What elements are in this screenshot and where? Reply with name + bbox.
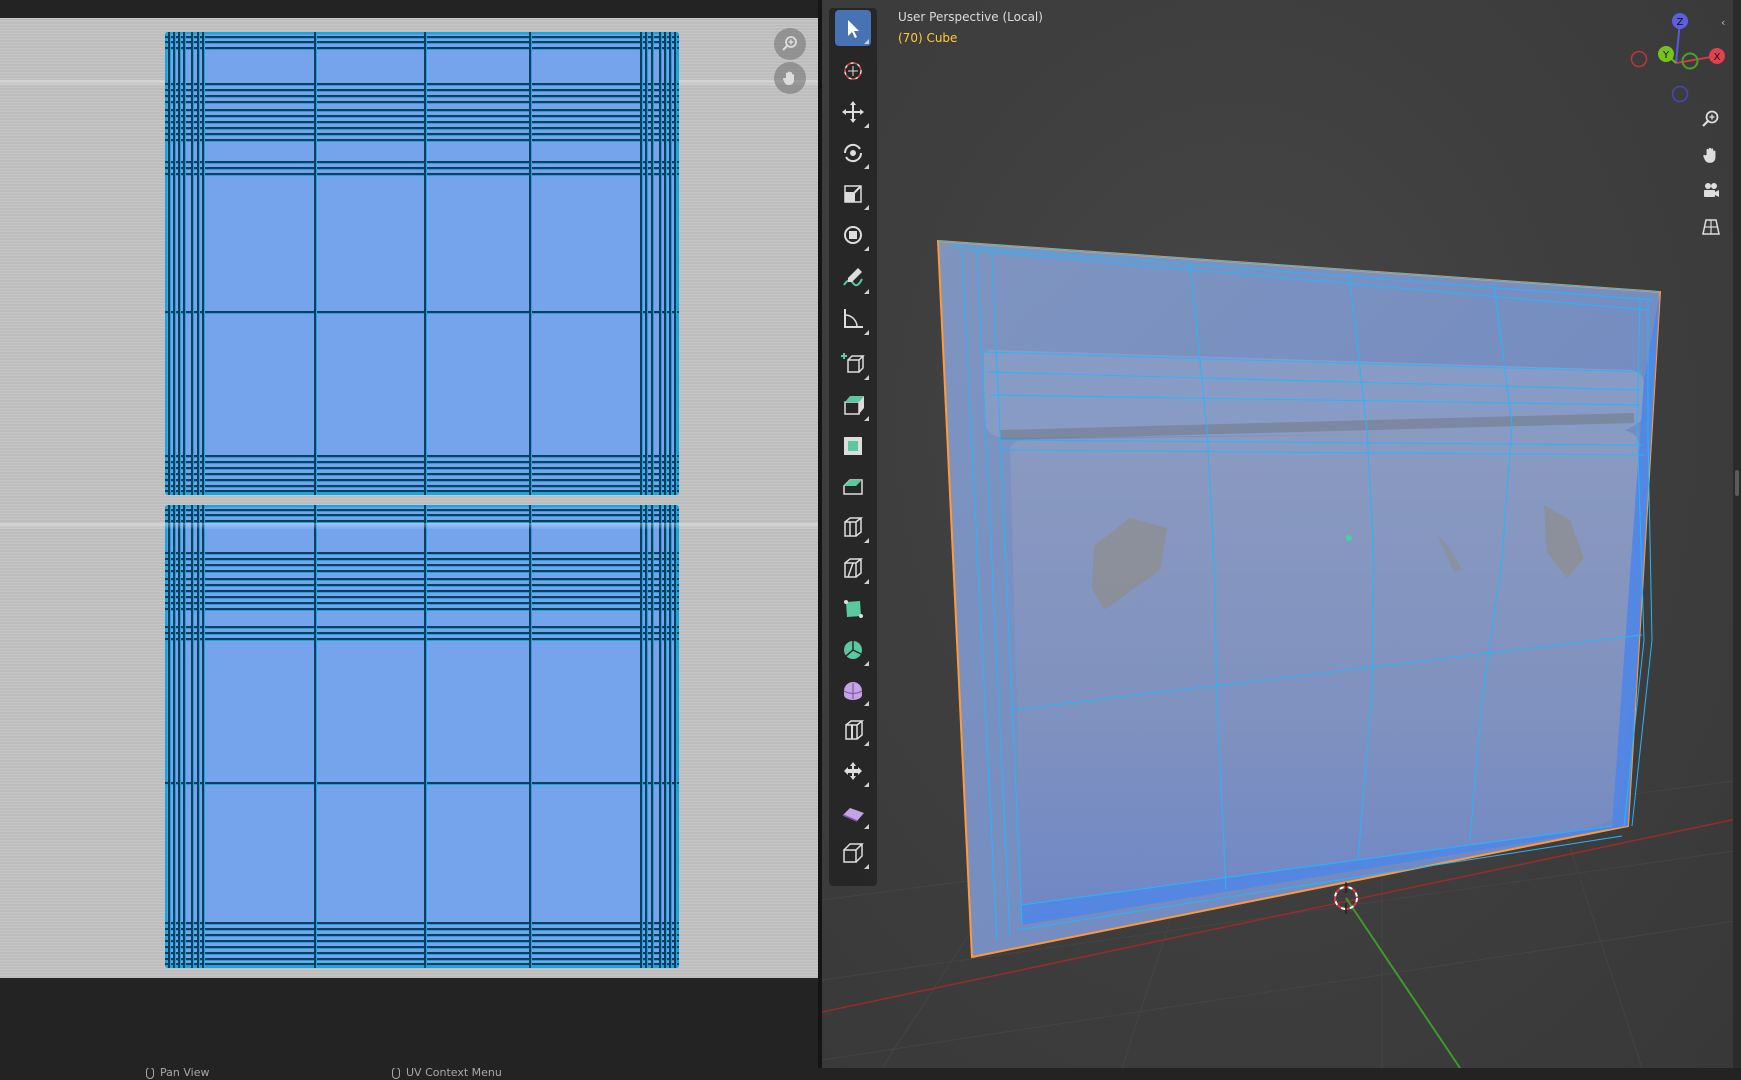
gizmo-x-label: X (1714, 52, 1721, 63)
tool-knife-icon[interactable] (835, 550, 871, 586)
mouse-middle-icon (146, 1068, 154, 1079)
uv-canvas[interactable] (0, 18, 818, 978)
status-uv-context-menu: UV Context Menu (392, 1068, 502, 1079)
zoom-magnifier-icon[interactable] (774, 28, 806, 60)
tool-extrude-region-icon[interactable] (835, 387, 871, 423)
tool-edge-slide-icon[interactable] (835, 712, 871, 748)
viewport-perspective-label: User Perspective (Local) (898, 10, 1043, 24)
tool-smooth-icon[interactable] (835, 672, 871, 708)
status-pan-view: Pan View (146, 1068, 209, 1079)
status-uv-context-menu-label: UV Context Menu (406, 1068, 502, 1079)
uv-island-bottom[interactable] (165, 505, 679, 968)
uv-editor-footer-panel (0, 978, 818, 1068)
3d-viewport[interactable]: User Perspective (Local) (70) Cube Z X Y… (822, 0, 1741, 1068)
tool-transform-icon[interactable] (835, 217, 871, 253)
navigation-gizmo[interactable]: Z X Y (1617, 8, 1727, 108)
hand-pan-icon[interactable] (1696, 140, 1726, 170)
tool-measure-icon[interactable] (835, 301, 871, 337)
tool-select-box-icon[interactable] (835, 10, 871, 46)
uv-editor[interactable] (0, 0, 818, 1068)
y-axis-line (1345, 897, 1461, 1068)
gizmo-y-label: Y (1662, 50, 1670, 61)
active-object-label: (70) Cube (898, 31, 958, 45)
tool-cursor-icon[interactable] (835, 53, 871, 89)
uv-island-top[interactable] (165, 32, 679, 495)
tool-shrink-fatten-icon[interactable] (835, 753, 871, 789)
mouse-right-icon (392, 1068, 400, 1079)
viewport-scene (822, 239, 1741, 1068)
cube-object (936, 239, 1662, 959)
hand-pan-icon[interactable] (774, 62, 806, 94)
tool-shear-icon[interactable] (835, 795, 871, 831)
tool-spin-icon[interactable] (835, 632, 871, 668)
viewport-right-edge (1733, 0, 1741, 1068)
perspective-grid-icon[interactable] (1696, 212, 1726, 242)
tool-rotate-icon[interactable] (835, 135, 871, 171)
collapse-sidebar-chevron-icon[interactable]: ‹ (1721, 16, 1725, 29)
tool-poly-build-icon[interactable] (835, 591, 871, 627)
tool-scale-icon[interactable] (835, 176, 871, 212)
tool-shelf (829, 8, 877, 886)
status-bar: Pan View UV Context Menu (0, 1068, 1741, 1080)
tool-annotate-icon[interactable] (835, 260, 871, 296)
status-pan-view-label: Pan View (160, 1068, 210, 1079)
tool-bevel-icon[interactable] (835, 469, 871, 505)
camera-icon[interactable] (1696, 176, 1726, 206)
tool-loop-cut-icon[interactable] (835, 509, 871, 545)
tool-add-cube-icon[interactable] (835, 346, 871, 382)
uv-editor-header (0, 0, 818, 18)
tool-move-icon[interactable] (835, 94, 871, 130)
zoom-icon[interactable] (1696, 104, 1726, 134)
gizmo-z-label: Z (1677, 17, 1684, 28)
tool-rip-region-icon[interactable] (835, 835, 871, 871)
tool-inset-faces-icon[interactable] (835, 428, 871, 464)
